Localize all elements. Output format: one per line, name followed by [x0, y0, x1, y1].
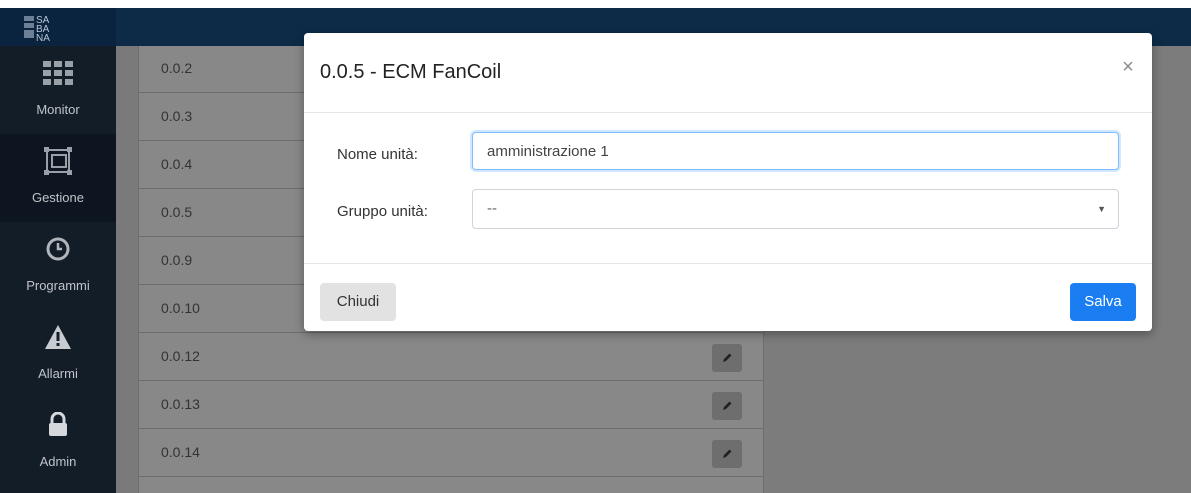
unit-address: 0.0.14	[161, 444, 200, 460]
unit-address: 0.0.9	[161, 252, 193, 268]
unit-group-label: Gruppo unità:	[337, 203, 428, 220]
list-item[interactable]: 0.0.14	[139, 430, 765, 477]
close-icon[interactable]: ×	[1116, 55, 1140, 79]
edit-button[interactable]	[712, 392, 742, 420]
modal-title: 0.0.5 - ECM FanCoil	[320, 61, 502, 83]
sidebar-item-allarmi[interactable]: Allarmi	[0, 310, 116, 398]
unit-name-label: Nome unità:	[337, 146, 418, 163]
sidebar-item-label: Gestione	[31, 190, 85, 205]
list-item[interactable]: 0.0.12	[139, 334, 765, 381]
sabana-logo-icon: SA BA NA	[24, 15, 50, 42]
save-button[interactable]: Salva	[1070, 283, 1136, 321]
unit-address: 0.0.3	[161, 108, 193, 124]
warning-icon	[0, 320, 116, 354]
svg-text:NA: NA	[36, 33, 50, 42]
pencil-icon	[723, 401, 732, 410]
unit-address: 0.0.2	[161, 60, 193, 76]
unit-address: 0.0.13	[161, 396, 200, 412]
edit-button[interactable]	[712, 344, 742, 372]
sidebar-item-label: Programmi	[26, 278, 90, 293]
sidebar-item-admin[interactable]: Admin	[0, 398, 116, 486]
caret-down-icon: ▼	[1097, 204, 1106, 214]
app-window: SA BA NA Monitor Gestione Programmi Alla…	[0, 8, 1191, 493]
sidebar: Monitor Gestione Programmi Allarmi Admin	[0, 46, 116, 493]
sidebar-item-monitor[interactable]: Monitor	[0, 46, 116, 134]
sidebar-item-programmi[interactable]: Programmi	[0, 222, 116, 310]
sidebar-item-label: Admin	[39, 454, 77, 469]
modal-footer: Chiudi Salva	[304, 263, 1152, 331]
edit-button[interactable]	[712, 440, 742, 468]
unit-group-select[interactable]: -- ▼	[472, 189, 1119, 229]
lock-icon	[0, 408, 116, 442]
modal-header: 0.0.5 - ECM FanCoil ×	[304, 33, 1152, 113]
list-item[interactable]: 0.0.13	[139, 382, 765, 429]
close-button[interactable]: Chiudi	[320, 283, 396, 321]
sidebar-item-label: Monitor	[36, 102, 80, 117]
manage-icon	[0, 144, 116, 178]
unit-address: 0.0.10	[161, 300, 200, 316]
edit-unit-dialog: 0.0.5 - ECM FanCoil × Nome unità: Gruppo…	[304, 33, 1152, 331]
pencil-icon	[723, 353, 732, 362]
grid-icon	[0, 56, 116, 90]
sidebar-item-gestione[interactable]: Gestione	[0, 134, 116, 222]
sidebar-item-label: Allarmi	[38, 366, 78, 381]
unit-address: 0.0.12	[161, 348, 200, 364]
selected-option: --	[487, 200, 497, 217]
pencil-icon	[723, 449, 732, 458]
unit-address: 0.0.5	[161, 204, 193, 220]
logo[interactable]: SA BA NA	[0, 8, 116, 46]
clock-icon	[0, 232, 116, 266]
unit-address: 0.0.4	[161, 156, 193, 172]
unit-name-input[interactable]	[472, 132, 1119, 170]
